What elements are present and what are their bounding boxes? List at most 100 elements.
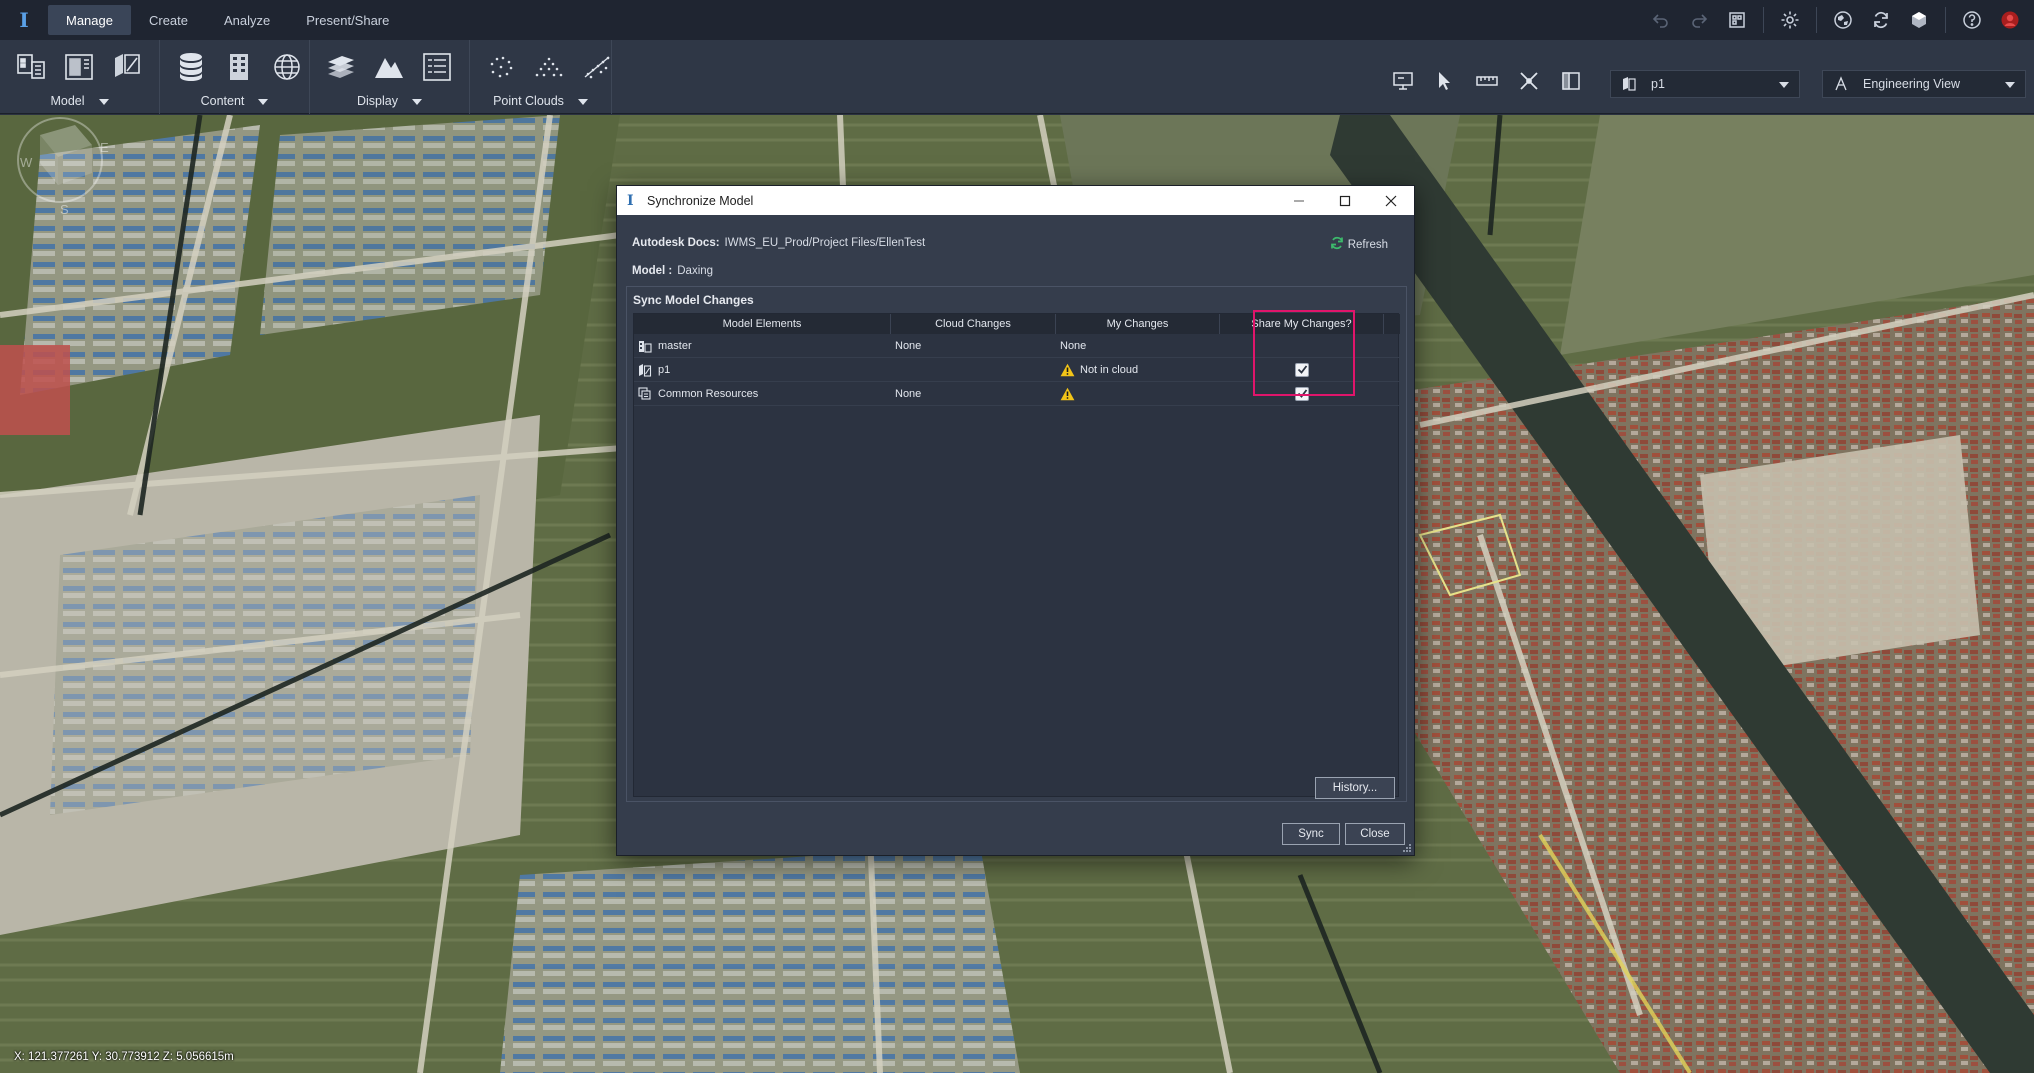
chevron-down-icon[interactable] [258, 98, 269, 105]
maximize-button[interactable] [1322, 186, 1368, 215]
table-row[interactable]: p1 Not in cloud [634, 358, 1400, 382]
cell-share [1220, 382, 1384, 406]
warning-icon [1060, 363, 1075, 377]
select-pointer-icon[interactable] [1428, 64, 1462, 98]
sync-button[interactable]: Sync [1282, 823, 1340, 845]
layers-stack-icon[interactable] [322, 48, 360, 86]
model-properties-icon[interactable] [12, 48, 50, 86]
share-checkbox-p1[interactable] [1295, 362, 1309, 377]
model-view-icon[interactable] [60, 48, 98, 86]
cell-my-changes [1056, 382, 1220, 406]
view-select-value: Engineering View [1863, 77, 1961, 91]
tab-create[interactable]: Create [131, 5, 206, 35]
redo-icon[interactable] [1683, 4, 1715, 36]
refresh-icon [1330, 236, 1344, 253]
style-list-icon[interactable] [418, 48, 456, 86]
chevron-down-icon[interactable] [98, 98, 109, 105]
menu-bar: I Manage Create Analyze Present/Share [0, 0, 2034, 40]
model-info: Model : Daxing [632, 265, 713, 277]
point-cloud-terrain-icon[interactable] [530, 48, 568, 86]
docs-label: Autodesk Docs: [632, 237, 720, 249]
ribbon-toolbar: Model Content Display Point Clouds p1 En… [0, 40, 2034, 114]
column-share-my-changes[interactable]: Share My Changes? [1220, 314, 1384, 334]
tab-analyze[interactable]: Analyze [206, 5, 288, 35]
ribbon-label-model[interactable]: Model [50, 94, 84, 108]
proposal-select[interactable]: p1 [1610, 70, 1800, 98]
refresh-label: Refresh [1347, 238, 1388, 251]
cell-cloud-changes [891, 358, 1056, 382]
model-cube-icon[interactable] [1903, 4, 1935, 36]
menu-separator [1945, 7, 1946, 33]
user-avatar-icon[interactable] [1994, 4, 2026, 36]
close-window-button[interactable] [1368, 186, 1414, 215]
column-spacer [1384, 314, 1400, 334]
share-checkbox-common-resources[interactable] [1295, 386, 1309, 401]
model-layers-icon[interactable] [108, 48, 146, 86]
cell-share [1220, 334, 1384, 358]
ribbon-label-display[interactable]: Display [357, 94, 398, 108]
measure-icon[interactable] [1470, 64, 1504, 98]
dialog-title: Synchronize Model [647, 193, 754, 208]
column-my-changes[interactable]: My Changes [1056, 314, 1220, 334]
close-button[interactable]: Close [1345, 823, 1405, 845]
ribbon-group-content: Content [160, 40, 310, 114]
point-cloud-icon[interactable] [482, 48, 520, 86]
proposal-select-value: p1 [1651, 77, 1665, 91]
chevron-down-icon[interactable] [1779, 82, 1789, 88]
view-select[interactable]: Engineering View [1822, 70, 2026, 98]
menu-separator [1816, 7, 1817, 33]
common-resources-icon [638, 386, 652, 401]
navigation-compass[interactable]: W S E [0, 115, 120, 215]
tab-manage[interactable]: Manage [48, 5, 131, 35]
element-name: p1 [658, 363, 671, 376]
svg-text:E: E [100, 140, 109, 155]
data-sources-icon[interactable] [172, 48, 210, 86]
undo-icon[interactable] [1645, 4, 1677, 36]
menu-separator [1763, 7, 1764, 33]
help-icon[interactable] [1956, 4, 1988, 36]
chevron-down-icon[interactable] [2005, 82, 2015, 88]
snap-tools-icon[interactable] [1512, 64, 1546, 98]
sync-icon[interactable] [1865, 4, 1897, 36]
warning-icon [1060, 387, 1075, 401]
minimize-button[interactable] [1276, 186, 1322, 215]
ribbon-group-model: Model [0, 40, 160, 114]
panel-icon[interactable] [1554, 64, 1588, 98]
chevron-down-icon[interactable] [577, 98, 588, 105]
refresh-button[interactable]: Refresh [1330, 236, 1388, 253]
column-model-elements[interactable]: Model Elements [634, 314, 891, 334]
table-row[interactable]: Common Resources None [634, 382, 1400, 406]
settings-icon[interactable] [1774, 4, 1806, 36]
dialog-titlebar[interactable]: I Synchronize Model [617, 186, 1414, 215]
terrain-icon[interactable] [370, 48, 408, 86]
workspace-icon[interactable] [1721, 4, 1753, 36]
proposal-icon [1621, 76, 1637, 92]
cursor-coordinates: X: 121.377261 Y: 30.773912 Z: 5.056615m [14, 1051, 234, 1063]
synchronize-model-dialog: I Synchronize Model Autodesk Docs: IWMS_E… [616, 185, 1415, 856]
point-cloud-slope-icon[interactable] [578, 48, 616, 86]
svg-text:S: S [60, 202, 69, 215]
resize-grip-icon[interactable] [1402, 843, 1412, 853]
sync-model-changes-panel: Sync Model Changes Model Elements Cloud … [626, 286, 1407, 802]
ribbon-label-content[interactable]: Content [201, 94, 245, 108]
globe-mesh-icon[interactable] [268, 48, 306, 86]
ribbon-group-display: Display [310, 40, 470, 114]
history-button[interactable]: History... [1315, 777, 1395, 799]
column-cloud-changes[interactable]: Cloud Changes [891, 314, 1056, 334]
app-icon: I [627, 192, 634, 209]
element-name: master [658, 339, 692, 352]
chevron-down-icon[interactable] [412, 98, 422, 105]
ribbon-label-point-clouds[interactable]: Point Clouds [493, 94, 564, 108]
element-name: Common Resources [658, 387, 759, 400]
presentation-icon[interactable] [1386, 64, 1420, 98]
engineering-view-icon [1833, 76, 1849, 92]
my-changes-text: None [1060, 339, 1087, 352]
cell-model-element: Common Resources [634, 382, 891, 406]
globe-icon[interactable] [1827, 4, 1859, 36]
table-row[interactable]: master None None [634, 334, 1400, 358]
svg-text:W: W [20, 155, 33, 170]
cell-my-changes: Not in cloud [1056, 358, 1220, 382]
tab-present-share[interactable]: Present/Share [288, 5, 407, 35]
ribbon-group-point-clouds: Point Clouds [470, 40, 612, 114]
buildings-icon[interactable] [220, 48, 258, 86]
